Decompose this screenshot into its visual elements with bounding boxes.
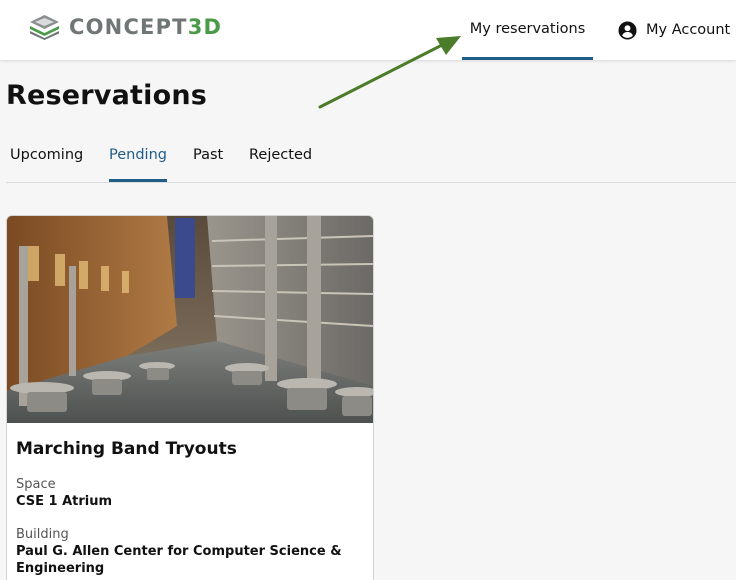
tab-upcoming[interactable]: Upcoming [10, 138, 83, 182]
nav-my-account[interactable]: My Account [618, 0, 730, 60]
logo-text: CONCEPT3D [69, 15, 223, 39]
atrium-photo [7, 216, 373, 423]
top-header: CONCEPT3D My reservations My Account [0, 0, 736, 60]
space-value: CSE 1 Atrium [16, 494, 113, 509]
page-title: Reservations [6, 80, 208, 111]
nav-my-reservations[interactable]: My reservations [462, 0, 593, 60]
building-value: Paul G. Allen Center for Computer Scienc… [16, 544, 342, 576]
tab-rejected[interactable]: Rejected [249, 138, 312, 182]
reservation-card[interactable]: Marching Band Tryouts Space CSE 1 Atrium… [6, 215, 374, 580]
cube-stack-icon [30, 15, 59, 40]
tab-pending[interactable]: Pending [109, 138, 167, 182]
reservation-tabs: Upcoming Pending Past Rejected [6, 138, 736, 183]
space-label: Space [16, 477, 56, 492]
reservation-title[interactable]: Marching Band Tryouts [16, 439, 237, 459]
account-circle-icon [618, 20, 637, 40]
building-label: Building [16, 527, 69, 542]
nav-account-label: My Account [646, 22, 731, 38]
concept3d-logo[interactable]: CONCEPT3D [29, 13, 222, 41]
tab-past[interactable]: Past [193, 138, 223, 182]
